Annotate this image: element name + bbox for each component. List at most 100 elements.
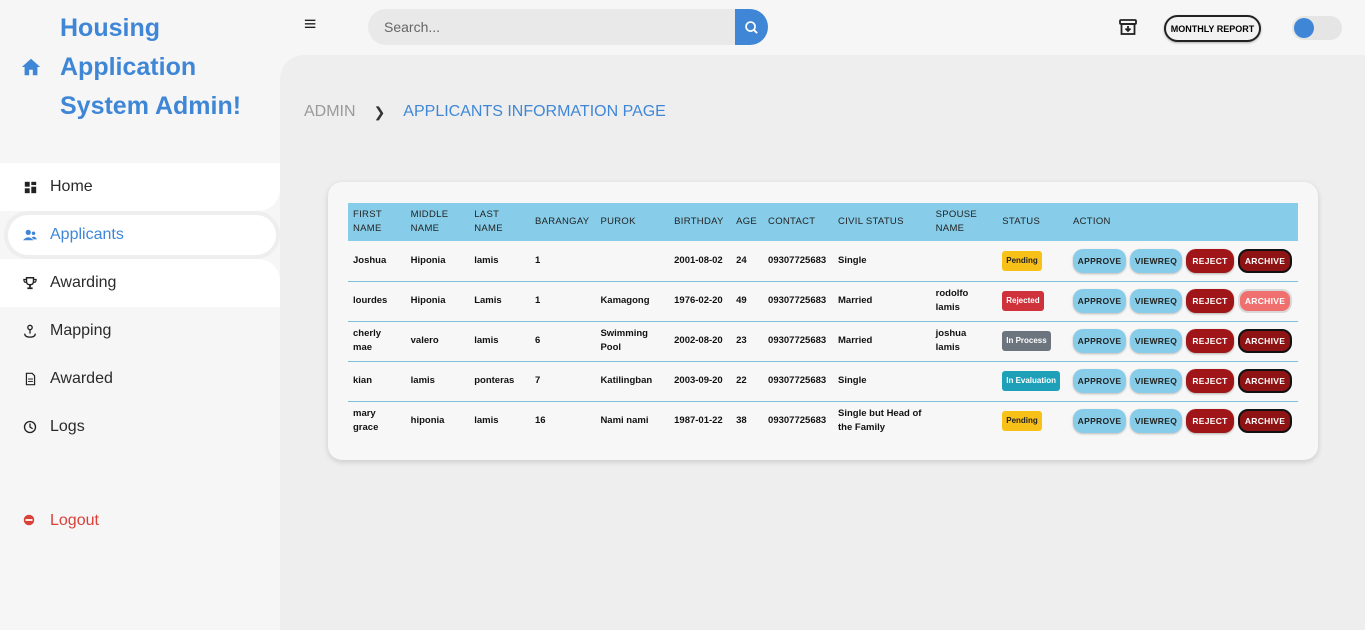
approve-button[interactable]: APPROVE — [1073, 369, 1126, 393]
sidebar-item-awarded[interactable]: Awarded — [0, 355, 280, 403]
home-icon — [21, 58, 41, 76]
breadcrumb-parent[interactable]: ADMIN — [304, 103, 356, 121]
table-row: mary grace hiponia lamis 16 Nami nami 19… — [348, 401, 1298, 441]
approve-button[interactable]: APPROVE — [1073, 248, 1126, 273]
sidebar-item-home[interactable]: Home — [0, 163, 280, 211]
archive-button[interactable]: ARCHIVE — [1238, 248, 1292, 273]
approve-button[interactable]: APPROVE — [1073, 289, 1126, 313]
archive-box-button[interactable] — [1118, 17, 1138, 37]
cell-birthday: 2002-08-20 — [669, 321, 732, 362]
viewreq-button[interactable]: VIEWREQ — [1130, 409, 1182, 434]
table-row: kian lamis ponteras 7 Katilingban 2003-0… — [348, 361, 1298, 402]
sidebar-nav: Home Applicants Awarding Mapping Awarded — [0, 163, 280, 451]
toggle-knob — [1294, 18, 1314, 38]
monthly-report-button[interactable]: MONTHLY REPORT — [1164, 15, 1261, 42]
reject-button[interactable]: REJECT — [1186, 369, 1234, 393]
sidebar-item-label: Awarded — [50, 370, 113, 387]
cell-purok: Nami nami — [600, 415, 649, 427]
cell-first-name: Joshua — [348, 241, 406, 282]
approve-button[interactable]: APPROVE — [1073, 409, 1126, 434]
cell-actions: APPROVE VIEWREQ REJECT ARCHIVE — [1068, 281, 1298, 322]
cell-barangay: 1 — [529, 281, 596, 322]
cell-civil-status: Single but Head of the Family — [838, 408, 922, 434]
search-input[interactable] — [368, 9, 728, 45]
sidebar-item-awarding[interactable]: Awarding — [0, 259, 280, 307]
logout-label: Logout — [50, 512, 99, 529]
cell-middle-name: lamis — [405, 361, 470, 402]
archive-button[interactable]: ARCHIVE — [1238, 369, 1292, 393]
cell-civil-status: Married — [833, 281, 931, 322]
theme-toggle[interactable] — [1292, 16, 1342, 40]
archive-box-icon — [1119, 19, 1137, 35]
archive-button[interactable]: ARCHIVE — [1238, 289, 1292, 313]
logout-button[interactable]: Logout — [22, 512, 99, 530]
cell-contact: 09307725683 — [763, 321, 834, 362]
sidebar-item-logs[interactable]: Logs — [0, 403, 280, 451]
cell-spouse-name — [930, 361, 998, 402]
col-purok: PUROK — [595, 203, 670, 241]
col-spouse-name: SPOUSE NAME — [930, 203, 998, 241]
col-first-name: FIRST NAME — [348, 203, 406, 241]
clock-icon — [22, 419, 38, 435]
cell-spouse-name: joshua lamis — [930, 321, 998, 362]
cell-first-name: mary grace — [353, 408, 379, 434]
col-civil-status: CIVIL STATUS — [833, 203, 931, 241]
cell-age: 23 — [731, 321, 764, 362]
viewreq-button[interactable]: VIEWREQ — [1130, 289, 1182, 313]
viewreq-button[interactable]: VIEWREQ — [1130, 329, 1182, 353]
archive-button[interactable]: ARCHIVE — [1238, 329, 1292, 353]
table-row: Joshua Hiponia lamis 1 2001-08-02 24 093… — [348, 241, 1298, 282]
table-row: lourdes Hiponia Lamis 1 Kamagong 1976-02… — [348, 281, 1298, 322]
archive-button[interactable]: ARCHIVE — [1238, 409, 1292, 434]
cell-last-name: lamis — [469, 241, 530, 282]
topbar: MONTHLY REPORT — [280, 0, 1365, 55]
col-last-name: LAST NAME — [469, 203, 530, 241]
search-bar — [368, 9, 768, 45]
applicants-card: FIRST NAME MIDDLE NAME LAST NAME BARANGA… — [328, 182, 1318, 460]
trophy-icon — [22, 275, 38, 291]
cell-actions: APPROVE VIEWREQ REJECT ARCHIVE — [1068, 321, 1298, 362]
cell-last-name: lamis — [474, 415, 499, 427]
cell-status: Pending — [997, 241, 1068, 282]
map-pin-icon — [22, 323, 38, 339]
chevron-right-icon: ❯ — [373, 103, 386, 120]
cell-actions: APPROVE VIEWREQ REJECT ARCHIVE — [1068, 401, 1298, 441]
cell-contact: 09307725683 — [763, 361, 834, 402]
breadcrumb: ADMIN ❯ APPLICANTS INFORMATION PAGE — [304, 103, 666, 121]
viewreq-button[interactable]: VIEWREQ — [1130, 248, 1182, 273]
cell-status: Rejected — [997, 281, 1068, 322]
sidebar-item-applicants[interactable]: Applicants — [0, 211, 280, 259]
reject-button[interactable]: REJECT — [1186, 248, 1234, 273]
cell-spouse-name: rodolfo lamis — [930, 281, 998, 322]
cell-middle-name: Hiponia — [405, 241, 470, 282]
cell-age: 24 — [731, 241, 764, 282]
col-age: AGE — [731, 203, 764, 241]
reject-button[interactable]: REJECT — [1186, 329, 1234, 353]
status-badge: In Process — [1002, 331, 1051, 351]
reject-button[interactable]: REJECT — [1186, 289, 1234, 313]
cell-first-name: kian — [348, 361, 406, 402]
sidebar-item-mapping[interactable]: Mapping — [0, 307, 280, 355]
menu-icon[interactable] — [304, 17, 320, 33]
cell-purok: Swimming Pool — [595, 321, 670, 362]
viewreq-button[interactable]: VIEWREQ — [1130, 369, 1182, 393]
reject-button[interactable]: REJECT — [1186, 409, 1234, 434]
table-row: cherly mae valero lamis 6 Swimming Pool … — [348, 321, 1298, 362]
cell-civil-status: Single — [833, 361, 931, 402]
status-badge: Pending — [1002, 250, 1042, 271]
status-badge: Rejected — [1002, 291, 1044, 311]
approve-button[interactable]: APPROVE — [1073, 329, 1126, 353]
cell-purok — [595, 241, 670, 282]
cell-birthday: 1976-02-20 — [669, 281, 732, 322]
col-status: STATUS — [997, 203, 1068, 241]
cell-contact: 09307725683 — [763, 281, 834, 322]
cell-middle-name: hiponia — [410, 415, 445, 427]
cell-status: In Evaluation — [997, 361, 1068, 402]
search-button[interactable] — [735, 9, 768, 45]
table-header-row: FIRST NAME MIDDLE NAME LAST NAME BARANGA… — [348, 203, 1298, 241]
sidebar-item-label: Logs — [50, 418, 85, 435]
sidebar-item-label: Applicants — [50, 226, 124, 243]
brand-title: Housing Application System Admin! — [60, 14, 242, 120]
search-icon — [745, 20, 758, 34]
cell-birthday: 1987-01-22 — [674, 415, 723, 427]
